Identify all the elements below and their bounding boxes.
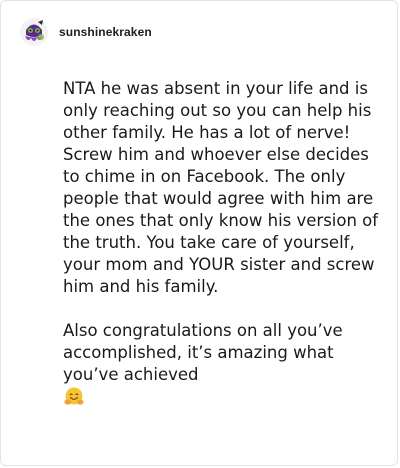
kraken-avatar-icon <box>20 18 48 46</box>
post-body: NTA he was absent in your life and is on… <box>63 78 381 410</box>
post-card: sunshinekraken NTA he was absent in your… <box>0 0 398 466</box>
post-paragraph-2: Also congratulations on all you’ve accom… <box>63 320 381 410</box>
hugging-face-emoji-icon <box>63 386 85 408</box>
post-paragraph-2-text: Also congratulations on all you’ve accom… <box>63 321 343 384</box>
username[interactable]: sunshinekraken <box>59 25 152 39</box>
post-paragraph-1: NTA he was absent in your life and is on… <box>63 79 379 296</box>
avatar[interactable] <box>19 17 49 47</box>
post-header: sunshinekraken <box>19 17 152 47</box>
